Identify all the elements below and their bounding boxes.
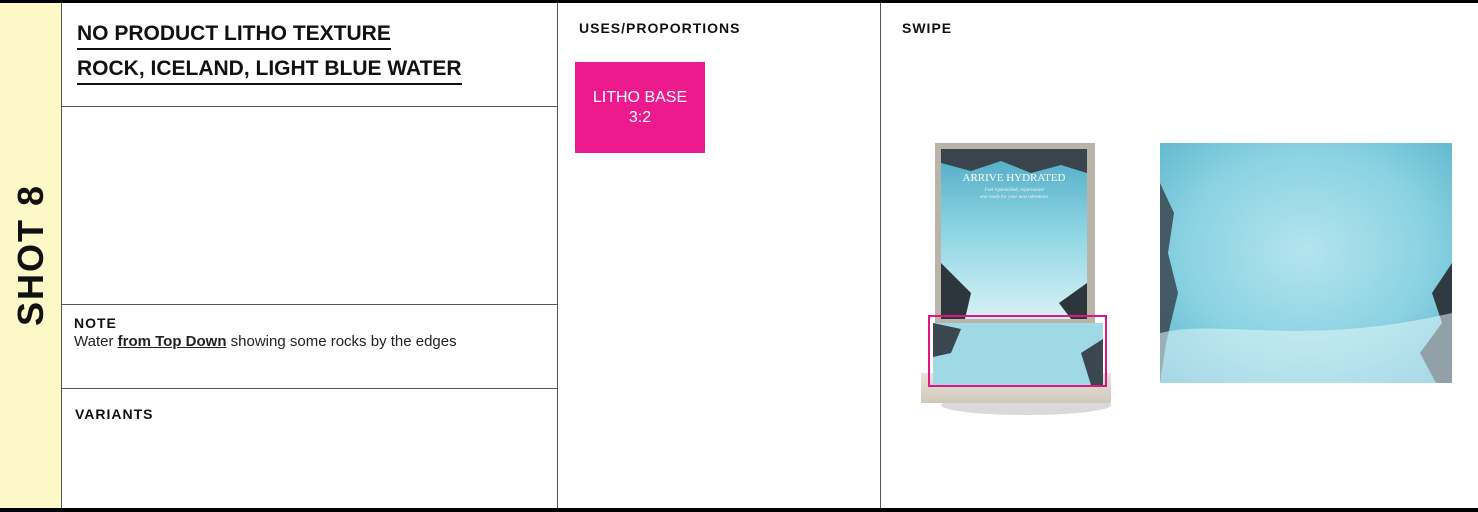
- brief-column: NO PRODUCT LITHO TEXTURE ROCK, ICELAND, …: [62, 3, 558, 508]
- uses-label: USES/PROPORTIONS: [579, 20, 741, 36]
- note-section: NOTE Water from Top Down showing some ro…: [62, 305, 557, 389]
- retail-display-mockup: ARRIVE HYDRATED Feel replenished, rejuve…: [921, 143, 1111, 415]
- title-box: NO PRODUCT LITHO TEXTURE ROCK, ICELAND, …: [62, 3, 557, 107]
- shot-sheet: SHOT 8 NO PRODUCT LITHO TEXTURE ROCK, IC…: [0, 0, 1478, 512]
- variants-section: VARIANTS: [62, 389, 557, 508]
- display-subline-2: and ready for your next adventure: [980, 195, 1049, 200]
- title-line-2: ROCK, ICELAND, LIGHT BLUE WATER: [77, 57, 462, 85]
- uses-column: USES/PROPORTIONS LITHO BASE 3:2: [558, 3, 881, 508]
- note-text-before: Water: [74, 333, 118, 350]
- display-subline-1: Feel replenished, rejuvenated: [983, 188, 1044, 193]
- title-line-1: NO PRODUCT LITHO TEXTURE: [77, 22, 391, 50]
- note-text-emphasis: from Top Down: [117, 333, 227, 350]
- litho-badge-line1: LITHO BASE: [592, 88, 688, 106]
- litho-texture-swatch: [1160, 143, 1452, 383]
- litho-base-badge: LITHO BASE 3:2: [575, 62, 705, 153]
- litho-badge-line2: 3:2: [628, 108, 652, 126]
- display-headline: ARRIVE HYDRATED: [963, 172, 1066, 184]
- variants-label: VARIANTS: [75, 406, 154, 422]
- note-text: Water from Top Down showing some rocks b…: [74, 333, 457, 350]
- note-text-after: showing some rocks by the edges: [226, 333, 457, 350]
- blank-panel: [62, 107, 557, 305]
- note-label: NOTE: [74, 315, 117, 331]
- swipe-column: SWIPE ARRIVE HYDRATED Feel replenished, …: [881, 3, 1478, 508]
- shot-number-label: SHOT 8: [10, 183, 51, 327]
- shot-number-band: SHOT 8: [0, 3, 62, 508]
- swipe-label: SWIPE: [902, 20, 953, 36]
